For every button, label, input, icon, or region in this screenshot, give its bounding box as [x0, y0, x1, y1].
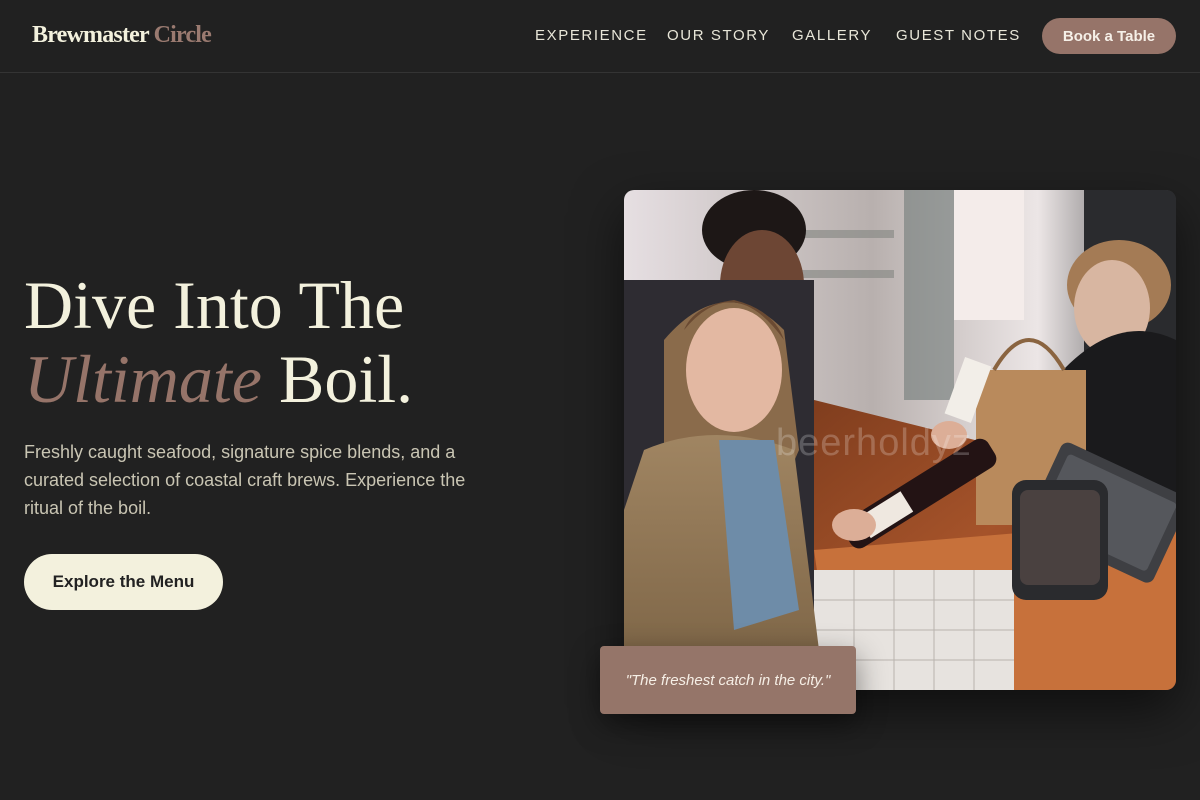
nav-link-our-story[interactable]: OUR STORY: [667, 27, 770, 44]
nav-link-guest-notes[interactable]: GUEST NOTES: [896, 27, 1021, 44]
brand-name: Brewmaster: [32, 22, 149, 48]
headline-line-2-rest: Boil.: [278, 341, 414, 417]
hero-photo: beerholdyz: [624, 190, 1176, 690]
headline-line-1: Dive Into The: [24, 267, 405, 343]
hero-headline: Dive Into The Ultimate Boil.: [24, 268, 413, 416]
book-table-button[interactable]: Book a Table: [1042, 18, 1176, 54]
photo-watermark: beerholdyz: [776, 422, 972, 464]
headline-italic-word: Ultimate: [24, 341, 262, 417]
headline-line-2: Ultimate Boil.: [24, 342, 413, 416]
explore-menu-button[interactable]: Explore the Menu: [24, 554, 223, 610]
quote-card: "The freshest catch in the city.": [600, 646, 856, 714]
site-header: Brewmaster Circle EXPERIENCE OUR STORY G…: [0, 0, 1200, 73]
hero-description: Freshly caught seafood, signature spice …: [24, 442, 466, 518]
nav-link-experience[interactable]: EXPERIENCE: [535, 27, 648, 44]
nav-link-gallery[interactable]: GALLERY: [792, 27, 872, 44]
brand-accent: Circle: [153, 22, 212, 48]
brand-logo[interactable]: Brewmaster Circle: [32, 22, 212, 49]
